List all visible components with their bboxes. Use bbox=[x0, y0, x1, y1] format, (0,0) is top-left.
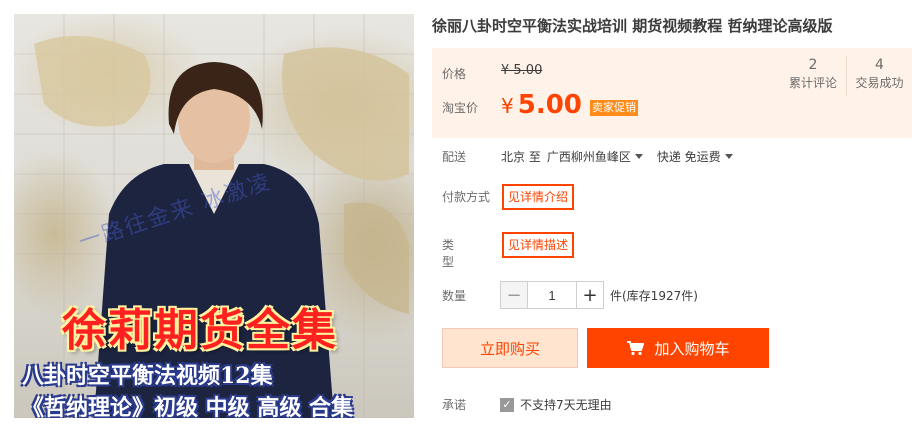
product-image[interactable]: 一路往金来 冰激凌 徐莉期货全集 八卦时空平衡法视频12集 《哲纳理论》初级 中… bbox=[14, 14, 414, 418]
image-headline: 徐莉期货全集 bbox=[62, 305, 338, 356]
cart-icon bbox=[626, 340, 645, 356]
stat-reviews-label: 累计评论 bbox=[788, 76, 837, 90]
type-option[interactable]: 见详情描述 bbox=[502, 232, 575, 258]
service-text: 不支持7天无理由 bbox=[520, 398, 612, 412]
product-title: 徐丽八卦时空平衡法实战培训 期货视频教程 哲纳理论高级版 bbox=[432, 17, 833, 35]
currency-symbol: ¥ bbox=[501, 94, 514, 118]
stats: 2 累计评论 4 交易成功 bbox=[780, 56, 912, 96]
service-label: 承诺 bbox=[442, 398, 467, 412]
quantity-increase-button[interactable]: + bbox=[576, 281, 604, 309]
type-label: 类型 bbox=[442, 238, 455, 269]
sale-price: ¥5.00 bbox=[501, 90, 582, 120]
chevron-down-icon[interactable] bbox=[724, 153, 733, 159]
taobao-price-label: 淘宝价 bbox=[442, 101, 479, 115]
stat-sales-count: 4 bbox=[875, 57, 884, 73]
quantity-decrease-button[interactable]: − bbox=[500, 281, 528, 309]
shipping-destination[interactable]: 广西柳州鱼峰区 bbox=[547, 148, 631, 165]
add-to-cart-button[interactable]: 加入购物车 bbox=[587, 328, 769, 368]
image-subtitle-1: 八卦时空平衡法视频12集 bbox=[22, 363, 273, 389]
quantity-label: 数量 bbox=[442, 288, 467, 303]
original-price: ¥ 5.00 bbox=[501, 63, 543, 78]
price-box: 价格 ¥ 5.00 淘宝价 ¥5.00 卖家促销 2 累计评论 4 交易成功 bbox=[432, 48, 912, 138]
stock-info: 件(库存1927件) bbox=[610, 288, 698, 303]
service-row: 承诺 ✓ 不支持7天无理由 bbox=[442, 396, 612, 413]
promo-badge: 卖家促销 bbox=[590, 100, 638, 116]
stat-reviews[interactable]: 2 累计评论 bbox=[780, 56, 846, 96]
chevron-down-icon[interactable] bbox=[634, 153, 643, 159]
payment-label: 付款方式 bbox=[442, 190, 491, 204]
buy-now-button[interactable]: 立即购买 bbox=[442, 328, 578, 368]
price-label: 价格 bbox=[442, 67, 467, 81]
stat-sales-label: 交易成功 bbox=[855, 76, 904, 90]
shipping-method[interactable]: 快递 免运费 bbox=[657, 148, 721, 165]
quantity-row: 数量 − + 件(库存1927件) bbox=[442, 281, 698, 309]
check-icon: ✓ bbox=[500, 397, 514, 412]
quantity-input[interactable] bbox=[528, 281, 576, 309]
add-to-cart-label: 加入购物车 bbox=[654, 339, 730, 358]
stat-sales[interactable]: 4 交易成功 bbox=[846, 56, 912, 96]
image-subtitle-2: 《哲纳理论》初级 中级 高级 合集 bbox=[22, 395, 353, 418]
shipping-row: 配送 北京 至 广西柳州鱼峰区 快递 免运费 bbox=[442, 146, 747, 166]
shipping-origin: 北京 至 bbox=[501, 149, 541, 164]
sale-price-value: 5.00 bbox=[517, 90, 582, 120]
shipping-label: 配送 bbox=[442, 149, 467, 164]
payment-option[interactable]: 见详情介绍 bbox=[502, 184, 575, 210]
stat-reviews-count: 2 bbox=[808, 57, 818, 73]
